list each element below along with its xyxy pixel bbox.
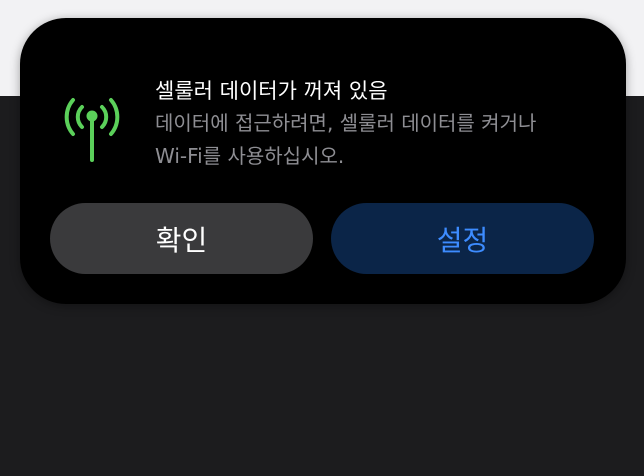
alert-message: 데이터에 접근하려면, 셀룰러 데이터를 켜거나 Wi-Fi를 사용하십시오. xyxy=(155,111,537,168)
alert-text: 셀룰러 데이터가 꺼져 있음 데이터에 접근하려면, 셀룰러 데이터를 켜거나 … xyxy=(155,76,595,173)
alert-title: 셀룰러 데이터가 꺼져 있음 xyxy=(155,79,388,103)
ok-button[interactable]: 확인 xyxy=(50,203,313,274)
settings-button[interactable]: 설정 xyxy=(331,203,594,274)
cellular-antenna-icon xyxy=(64,94,120,166)
cellular-data-alert: 셀룰러 데이터가 꺼져 있음 데이터에 접근하려면, 셀룰러 데이터를 켜거나 … xyxy=(20,18,626,304)
